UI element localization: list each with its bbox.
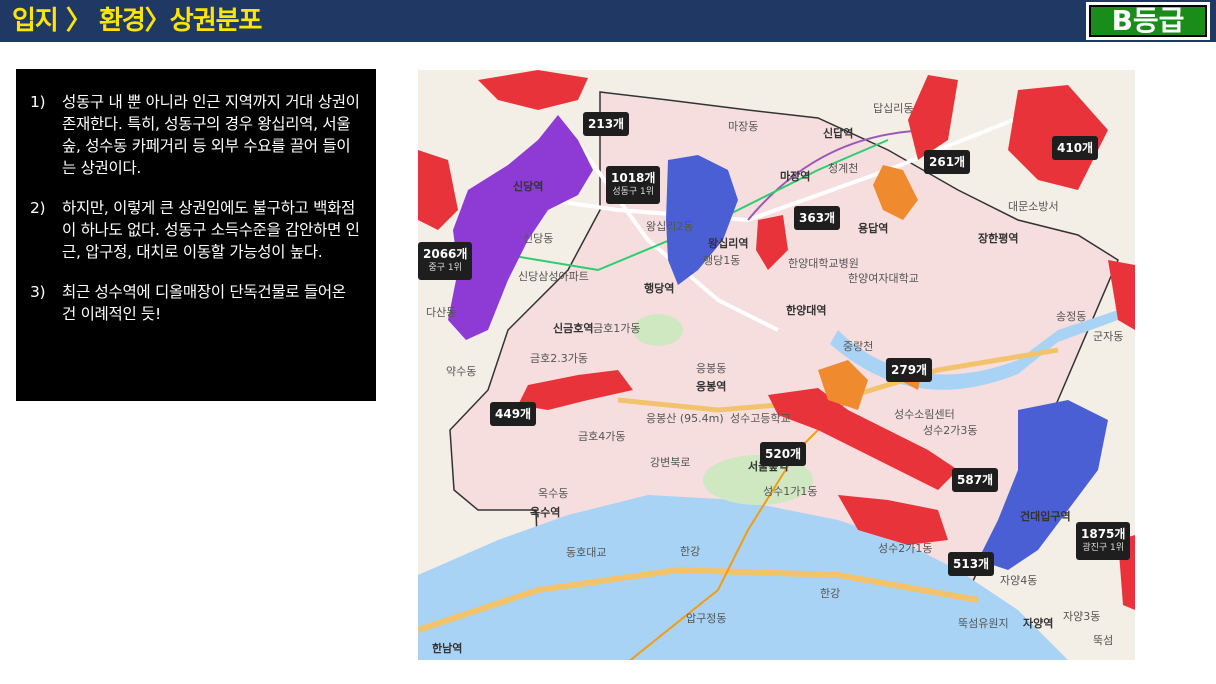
label-dongho-bridge: 동호대교 — [566, 546, 607, 559]
count-rank: 성동구 1위 — [612, 187, 655, 197]
count-tag-363[interactable]: 363개 — [794, 206, 841, 230]
label-dapsimni: 답십리동 — [873, 102, 914, 115]
commercial-area-map[interactable]: 신당역 신당동 신당삼성아파트 왕십리2동 왕십리역 행당1동 행당역 마장역 … — [418, 70, 1135, 660]
label-ttukseom-resort: 뚝섬유원지 — [958, 617, 1009, 630]
label-daemun-fire: 대문소방서 — [1008, 200, 1059, 213]
label-gunja: 군자동 — [1093, 330, 1124, 343]
note-item: 3) 최근 성수역에 디올매장이 단독건물로 들어온 건 이례적인 듯! — [30, 281, 360, 325]
label-majangdong: 마장동 — [728, 120, 759, 133]
label-janghanpyeong-station: 장한평역 — [978, 232, 1019, 245]
label-apgujeong: 압구정동 — [686, 612, 727, 625]
note-text: 하지만, 이렇게 큰 상권임에도 불구하고 백화점이 하나도 없다. 성동구 소… — [62, 199, 360, 261]
count-tag-213[interactable]: 213개 — [583, 112, 630, 136]
note-text: 최근 성수역에 디올매장이 단독건물로 들어온 건 이례적인 듯! — [62, 283, 346, 323]
note-text: 성동구 내 뿐 아니라 인근 지역까지 거대 상권이 존재한다. 특히, 성동구… — [62, 93, 360, 177]
count-value: 2066개 — [423, 247, 468, 261]
count-tag-513[interactable]: 513개 — [948, 552, 995, 576]
label-jayang-station: 자양역 — [1023, 617, 1054, 630]
count-value: 1018개 — [611, 171, 656, 185]
count-tag-279[interactable]: 279개 — [886, 358, 933, 382]
label-oksu: 옥수동 — [538, 487, 569, 500]
label-haengdang1: 행당1동 — [703, 254, 741, 267]
label-hanriver-2: 한강 — [820, 587, 841, 600]
label-jayang3: 자양3동 — [1063, 610, 1101, 623]
label-hannam-station: 한남역 — [432, 642, 463, 655]
label-yongdap-station: 용답역 — [858, 222, 889, 235]
count-value: 363개 — [799, 211, 836, 225]
label-singeumho-station: 신금호역 — [553, 322, 594, 335]
label-hanyang-hospital: 한양대학교병원 — [788, 257, 859, 270]
label-oksu-station: 옥수역 — [530, 506, 561, 519]
label-dasan: 다산동 — [426, 306, 457, 319]
label-sindang-samsung: 신당삼성아파트 — [518, 270, 589, 283]
label-majang-station: 마장역 — [780, 170, 811, 183]
note-item: 1) 성동구 내 뿐 아니라 인근 지역까지 거대 상권이 존재한다. 특히, … — [30, 91, 360, 179]
count-tag-449[interactable]: 449개 — [490, 402, 537, 426]
label-hanyang-women: 한양여자대학교 — [848, 272, 919, 285]
count-value: 1875개 — [1081, 527, 1126, 541]
count-value: 449개 — [495, 407, 532, 421]
page-title: 입지 〉 환경〉상권분포 — [12, 6, 262, 36]
label-haengdang-station: 행당역 — [644, 282, 675, 295]
eungbong-park — [633, 314, 683, 346]
label-eungbongsan: 응봉산 (95.4m) — [646, 412, 724, 425]
count-tag-410[interactable]: 410개 — [1052, 136, 1099, 160]
label-eungbong: 응봉동 — [696, 362, 727, 375]
label-hanyang-univ: 한양대역 — [786, 304, 827, 317]
label-seongsu2-3: 성수2가3동 — [923, 424, 978, 437]
count-tag-1018[interactable]: 1018개성동구 1위 — [606, 166, 661, 204]
count-value: 513개 — [953, 557, 990, 571]
label-wangsimni2: 왕십리2동 — [646, 220, 694, 233]
label-sindang-station: 신당역 — [513, 180, 544, 193]
note-number: 1) — [30, 93, 46, 111]
label-seongsu-high: 성수고등학교 — [730, 412, 791, 425]
label-seongsu-center: 성수소림센터 — [894, 408, 955, 421]
label-geumho4: 금호4가동 — [578, 430, 626, 443]
label-yaksu: 약수동 — [446, 365, 477, 378]
label-eungbong-station: 응봉역 — [696, 380, 727, 393]
count-value: 213개 — [588, 117, 625, 131]
count-value: 410개 — [1057, 141, 1094, 155]
count-rank: 중구 1위 — [428, 263, 462, 273]
label-sindap-station: 신답역 — [823, 127, 854, 140]
grade-badge: B등급 — [1086, 2, 1210, 40]
count-tag-261[interactable]: 261개 — [924, 150, 971, 174]
count-value: 520개 — [765, 447, 802, 461]
header-bar: 입지 〉 환경〉상권분포 B등급 — [0, 0, 1216, 44]
label-wangsimni-station: 왕십리역 — [708, 237, 749, 250]
note-number: 3) — [30, 283, 46, 301]
label-hanriver: 한강 — [680, 545, 701, 558]
label-ttukseom: 뚝섬 — [1093, 634, 1114, 647]
label-cheonggye: 청계천 — [828, 162, 859, 175]
label-jungnangcheon: 중랑천 — [843, 340, 874, 353]
count-value: 261개 — [929, 155, 966, 169]
count-value: 279개 — [891, 363, 928, 377]
label-jayang4: 자양4동 — [1000, 574, 1038, 587]
count-tag-587[interactable]: 587개 — [952, 468, 999, 492]
label-seongsu2-1: 성수2가1동 — [878, 542, 933, 555]
notes-panel: 1) 성동구 내 뿐 아니라 인근 지역까지 거대 상권이 존재한다. 특히, … — [16, 69, 376, 401]
label-songjeong: 송정동 — [1056, 310, 1087, 323]
count-value: 587개 — [957, 473, 994, 487]
count-tag-2066[interactable]: 2066개중구 1위 — [418, 242, 473, 280]
count-rank: 광진구 1위 — [1082, 543, 1125, 553]
count-tag-1875[interactable]: 1875개광진구 1위 — [1076, 522, 1131, 560]
label-gangbyeon-road: 강변북로 — [650, 456, 691, 469]
label-geumho23: 금호2.3가동 — [530, 352, 588, 365]
note-number: 2) — [30, 199, 46, 217]
label-geondae-station: 건대입구역 — [1020, 510, 1071, 523]
note-item: 2) 하지만, 이렇게 큰 상권임에도 불구하고 백화점이 하나도 없다. 성동… — [30, 197, 360, 263]
label-geumho1: 금호1가동 — [593, 322, 641, 335]
label-sindangdong: 신당동 — [523, 232, 554, 245]
label-seongsu1: 성수1가1동 — [763, 485, 818, 498]
count-tag-520[interactable]: 520개 — [760, 442, 807, 466]
